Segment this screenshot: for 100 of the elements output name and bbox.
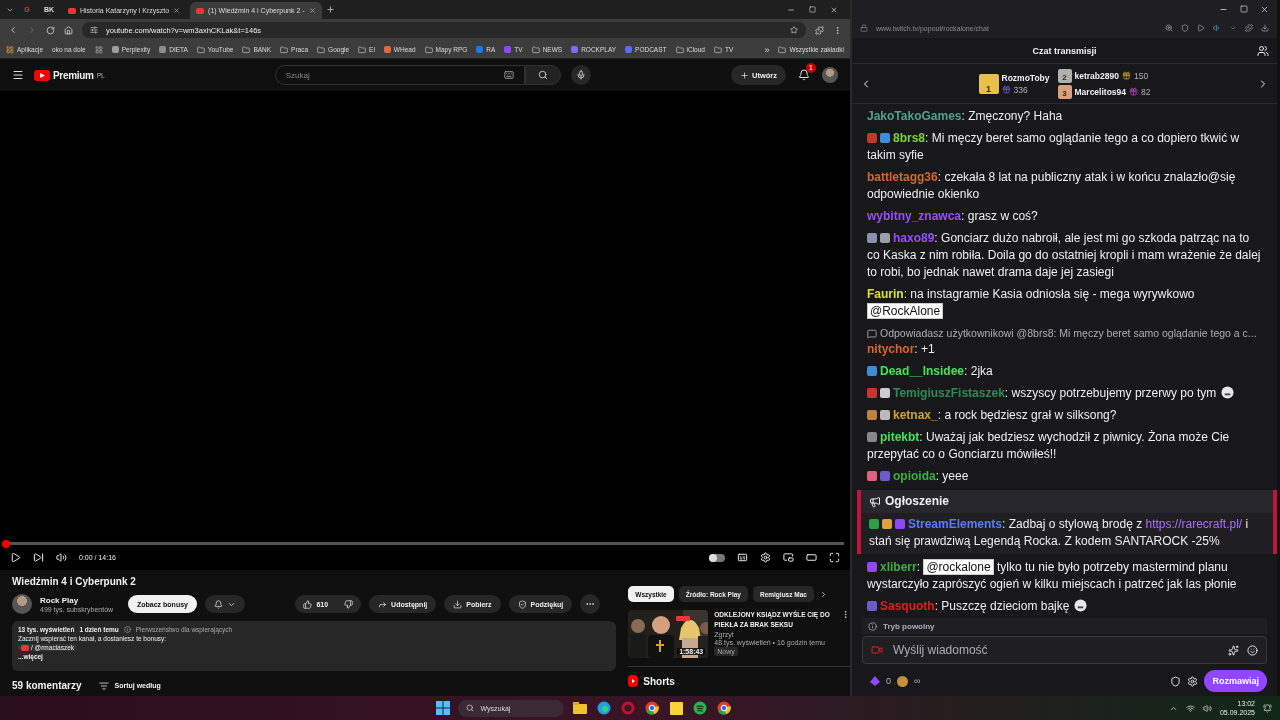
progress-handle[interactable] bbox=[2, 539, 10, 548]
comment-count: 59 komentarzy bbox=[12, 680, 82, 691]
gift-count: 82 bbox=[1141, 86, 1151, 97]
more-icon[interactable] bbox=[841, 610, 850, 619]
points-icon bbox=[897, 675, 908, 687]
sparkle-icon[interactable] bbox=[1228, 644, 1239, 656]
chat-message: battletagg36: czekała 8 lat na publiczny atak i w końcu znalazło@się odpowiednie okienko bbox=[867, 169, 1237, 203]
autoplay-toggle[interactable] bbox=[709, 553, 725, 562]
bell-icon bbox=[213, 599, 223, 609]
search-icon bbox=[466, 704, 475, 712]
chevron-icon[interactable] bbox=[1229, 24, 1237, 32]
chat-message: nitychor: +1 bbox=[867, 341, 936, 358]
info-icon bbox=[123, 626, 131, 633]
reload-icon[interactable] bbox=[46, 25, 55, 35]
sort-icon bbox=[99, 680, 110, 691]
microphone-icon bbox=[575, 70, 586, 80]
close-icon[interactable] bbox=[830, 5, 838, 14]
captions-icon[interactable] bbox=[737, 552, 748, 563]
info-icon bbox=[868, 621, 877, 631]
chat-message: StreamElements: Zadbaj o stylową brodę z https://rarecraft.pl/ i stań się prawdziwą Legendą Rocka. Z kodem SANTAROCK -25% bbox=[869, 516, 1250, 550]
download-icon bbox=[453, 599, 463, 609]
chat-button[interactable]: Rozmawiaj bbox=[1204, 670, 1267, 692]
back-icon[interactable] bbox=[8, 25, 18, 35]
network-icon[interactable] bbox=[1185, 703, 1195, 713]
chat-message: xliberr: @rockalone tylko tu nie było potrzeby mastermind planu wystarczyło zaprószyć ogień w kilku miejscach i patrzeć jak las płonie bbox=[867, 559, 1238, 593]
emote-icon bbox=[1221, 386, 1235, 399]
close-icon[interactable] bbox=[308, 7, 316, 14]
search-button[interactable] bbox=[524, 65, 561, 85]
zoom-icon[interactable] bbox=[1165, 24, 1173, 32]
gift-icon bbox=[1001, 85, 1011, 94]
chat-title: Czat transmisji bbox=[1032, 45, 1097, 56]
start-icon[interactable] bbox=[436, 701, 451, 715]
youtube-icon bbox=[68, 7, 76, 14]
chat-message: haxo89: Gonciarz dużo nabroił, ale jest mi go szkoda patrząc na to co Kaska z nim robiła. Doila go do ostatniej kropli i mam wrażenie że dalej to robi, bo jednak nawet drama daje jej zasiegi bbox=[867, 230, 1262, 281]
leader-name: ketrab2890 bbox=[1074, 70, 1119, 81]
miniplayer-icon[interactable] bbox=[783, 552, 794, 563]
maximize-icon[interactable] bbox=[809, 5, 816, 13]
notification-icon[interactable] bbox=[1263, 703, 1272, 713]
grid-icon[interactable] bbox=[94, 45, 103, 54]
thumbs-up-icon bbox=[303, 599, 313, 609]
keyboard-icon[interactable] bbox=[503, 70, 514, 80]
notification-bell-button[interactable] bbox=[204, 595, 245, 613]
next-icon[interactable] bbox=[33, 552, 44, 563]
chrome-icon[interactable] bbox=[645, 701, 660, 715]
folder-icon bbox=[280, 45, 289, 54]
users-icon[interactable] bbox=[1257, 45, 1269, 57]
bookmark-star-icon[interactable] bbox=[790, 26, 798, 34]
reply-icon bbox=[867, 328, 877, 339]
folder-icon bbox=[317, 45, 326, 54]
chat-field[interactable]: Wyślij wiadomość bbox=[862, 636, 1267, 664]
avatar[interactable] bbox=[822, 67, 838, 83]
ring-icon[interactable] bbox=[621, 701, 636, 715]
folder-icon[interactable] bbox=[573, 702, 588, 714]
close-icon[interactable] bbox=[173, 7, 181, 14]
download-icon[interactable] bbox=[1261, 24, 1269, 32]
gift-icon bbox=[1129, 87, 1138, 96]
channel-avatar[interactable] bbox=[12, 594, 32, 614]
close-icon[interactable] bbox=[1260, 4, 1269, 14]
points-count: ∞ bbox=[914, 676, 921, 686]
chrome-icon[interactable] bbox=[717, 701, 732, 715]
more-button[interactable] bbox=[580, 594, 601, 614]
fullscreen-icon[interactable] bbox=[829, 552, 840, 563]
theater-icon[interactable] bbox=[806, 552, 817, 563]
emoji-icon[interactable] bbox=[1247, 644, 1258, 656]
extensions-icon[interactable] bbox=[1245, 24, 1253, 32]
gift-icon: 1 bbox=[978, 73, 999, 94]
more-bookmarks[interactable]: » bbox=[764, 44, 770, 55]
chat-input[interactable]: Wyślij wiadomość bbox=[891, 642, 1220, 658]
note-icon[interactable] bbox=[670, 701, 683, 715]
chat-message: opioida: yeee bbox=[867, 468, 1265, 485]
folder-icon bbox=[531, 45, 540, 54]
mention-tag: @rockalone bbox=[923, 559, 994, 575]
folder-icon bbox=[242, 45, 251, 54]
voice-search-button[interactable] bbox=[570, 65, 591, 85]
folder-icon bbox=[424, 45, 433, 54]
grid-icon bbox=[6, 45, 14, 54]
maximize-icon[interactable] bbox=[1240, 5, 1248, 13]
chat-message: 8brs8: Mi męczy beret samo oglądanie tego a co dopiero tkwić w takim syfie bbox=[867, 130, 1241, 164]
chat-message: JakoTakoGames: Zmęczony? Haha bbox=[867, 108, 1064, 125]
camera-icon bbox=[871, 644, 883, 656]
chat-message: Sasquoth: Puszczę dzieciom bajkę bbox=[867, 598, 1265, 614]
gift-icon: 2 bbox=[1057, 68, 1072, 83]
menu-icon[interactable] bbox=[12, 69, 24, 81]
site-settings-icon[interactable] bbox=[90, 26, 98, 34]
leader-name: Marcelitos94 bbox=[1074, 86, 1126, 97]
thumbs-down-icon bbox=[344, 599, 354, 609]
volume-icon[interactable] bbox=[56, 552, 67, 563]
volume-icon[interactable] bbox=[1202, 703, 1212, 713]
new-tab-icon[interactable] bbox=[325, 5, 335, 14]
edge-icon[interactable] bbox=[597, 701, 612, 715]
home-icon[interactable] bbox=[64, 25, 73, 35]
section-title: Shorts bbox=[643, 675, 675, 687]
bits-count: 0 bbox=[886, 676, 891, 686]
channel-name[interactable]: Rock Play bbox=[40, 595, 120, 605]
emote-icon bbox=[1074, 599, 1088, 612]
chat-message: Faurin: na instagramie Kasia odniosła się - mega wyrywkowo @RockAlone bbox=[867, 286, 1196, 320]
link[interactable]: https://rarecraft.pl/ bbox=[1145, 517, 1243, 531]
settings-icon[interactable] bbox=[1187, 675, 1199, 687]
spotify-icon[interactable] bbox=[693, 701, 708, 715]
speaker-icon[interactable] bbox=[1213, 24, 1221, 32]
